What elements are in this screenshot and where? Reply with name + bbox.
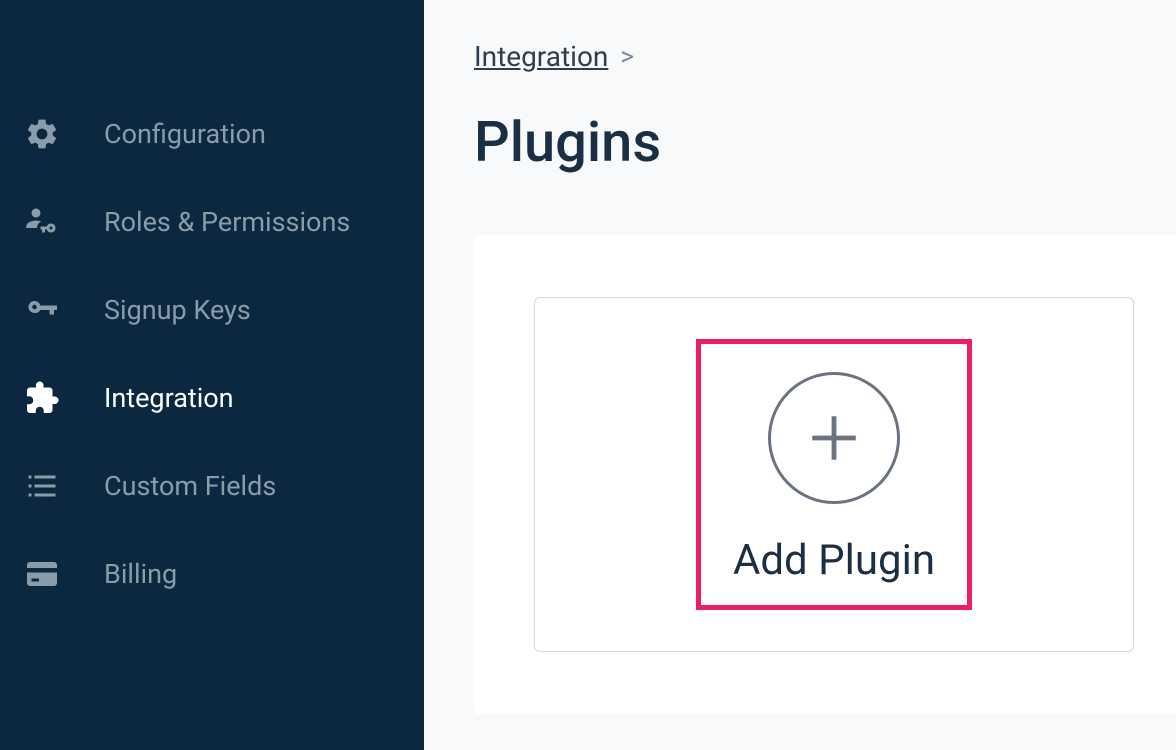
puzzle-icon [22, 378, 62, 418]
sidebar-item-configuration[interactable]: Configuration [0, 90, 424, 178]
sidebar-item-label: Roles & Permissions [104, 206, 350, 238]
page-title: Plugins [474, 109, 1176, 175]
list-icon [22, 466, 62, 506]
breadcrumb: Integration > [474, 40, 1176, 73]
credit-card-icon [22, 554, 62, 594]
key-icon [22, 290, 62, 330]
sidebar-item-roles-permissions[interactable]: Roles & Permissions [0, 178, 424, 266]
sidebar-item-integration[interactable]: Integration [0, 354, 424, 442]
breadcrumb-separator: > [620, 42, 634, 72]
sidebar-item-label: Configuration [104, 118, 266, 150]
main-content: Integration > Plugins Add Plugin [424, 0, 1176, 750]
sidebar-item-label: Billing [104, 558, 177, 590]
sidebar-item-label: Integration [104, 382, 234, 414]
sidebar-item-signup-keys[interactable]: Signup Keys [0, 266, 424, 354]
add-plugin-label: Add Plugin [733, 536, 935, 585]
content-panel: Add Plugin [474, 235, 1176, 714]
sidebar: Configuration Roles & Permissions Signup… [0, 0, 424, 750]
user-key-icon [22, 202, 62, 242]
sidebar-item-label: Signup Keys [104, 294, 251, 326]
add-plugin-card[interactable]: Add Plugin [534, 297, 1134, 652]
sidebar-item-billing[interactable]: Billing [0, 530, 424, 618]
sidebar-item-label: Custom Fields [104, 470, 276, 502]
gear-icon [22, 114, 62, 154]
add-plugin-highlight: Add Plugin [696, 339, 972, 610]
plus-circle-icon [768, 372, 900, 504]
sidebar-item-custom-fields[interactable]: Custom Fields [0, 442, 424, 530]
breadcrumb-link-integration[interactable]: Integration [474, 40, 608, 73]
